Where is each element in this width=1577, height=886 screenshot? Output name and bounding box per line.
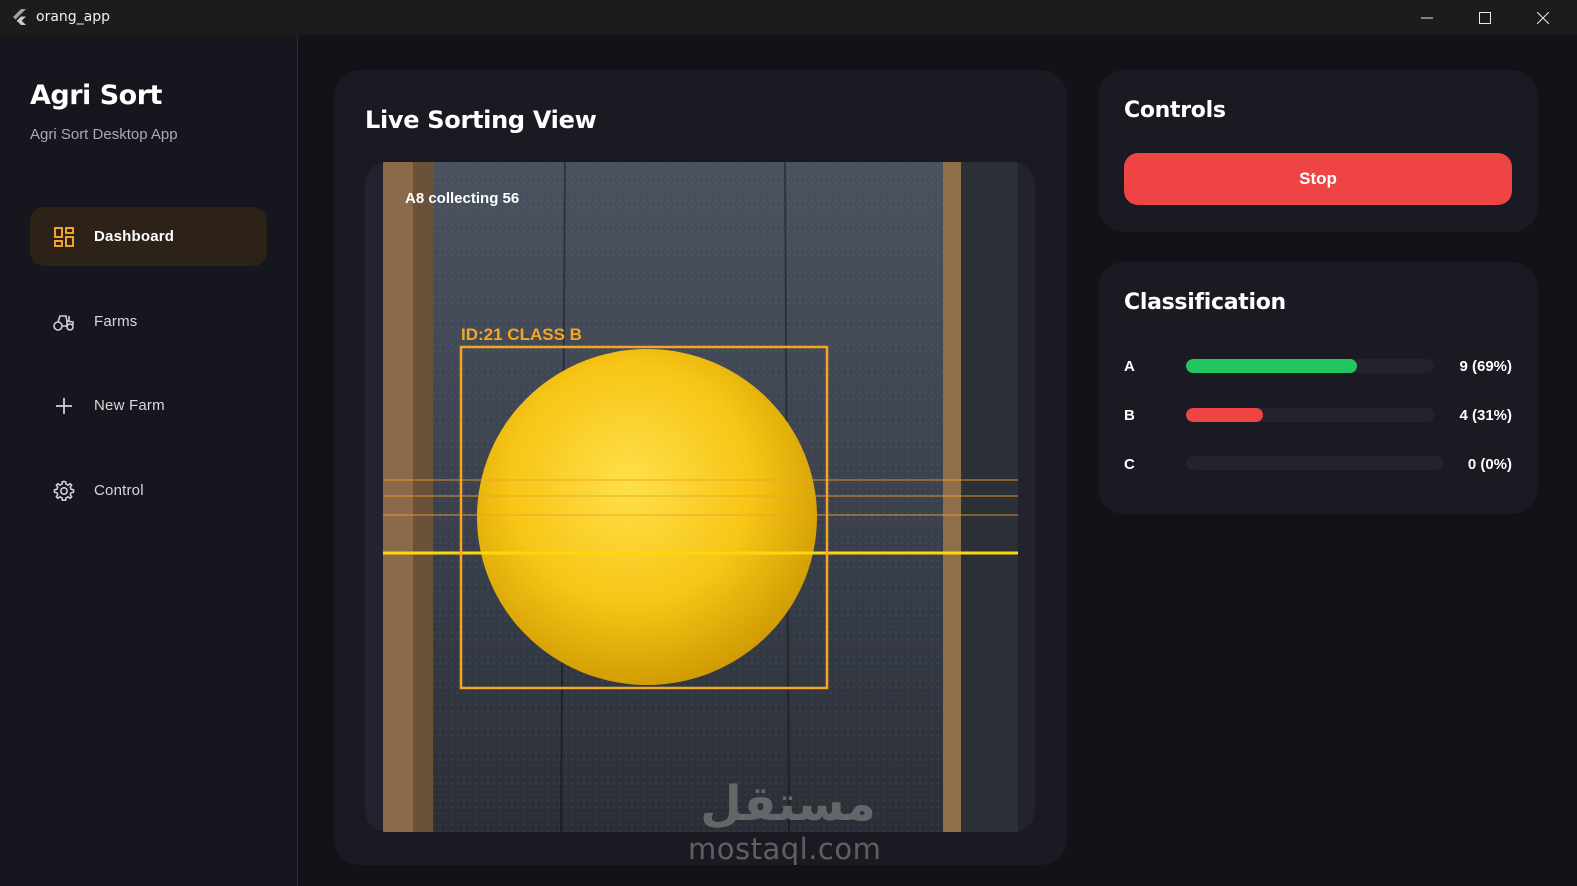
- sidebar-item-new-farm[interactable]: New Farm: [30, 376, 267, 435]
- sidebar-item-label: Farms: [94, 313, 138, 330]
- window-titlebar: orang_app: [0, 0, 1577, 35]
- sidebar-item-label: New Farm: [94, 397, 165, 414]
- class-progress-fill: [1186, 359, 1358, 373]
- class-count: 4 (31%): [1459, 407, 1512, 424]
- flutter-icon: [13, 9, 26, 25]
- dashboard-icon: [54, 227, 74, 247]
- live-view-title: Live Sorting View: [365, 106, 597, 134]
- sidebar-item-control[interactable]: Control: [30, 461, 267, 520]
- sidebar-item-dashboard[interactable]: Dashboard: [30, 207, 267, 266]
- maximize-icon: [1479, 11, 1491, 24]
- controls-card: [1098, 70, 1538, 232]
- svg-text:مستقل: مستقل: [700, 776, 876, 830]
- minimize-icon: [1421, 17, 1433, 18]
- mostaql-logo: مستقل: [700, 776, 876, 830]
- sidebar-item-farms[interactable]: Farms: [30, 292, 267, 351]
- class-progress-track: [1186, 456, 1443, 470]
- window-title: orang_app: [36, 9, 111, 25]
- class-count: 0 (0%): [1467, 456, 1512, 473]
- plus-icon: [56, 398, 72, 414]
- minimize-button[interactable]: [1398, 0, 1456, 35]
- brand-title: Agri Sort: [30, 80, 162, 111]
- classification-title: Classification: [1124, 290, 1286, 315]
- class-progress-track: [1186, 408, 1434, 422]
- sidebar-item-label: Control: [94, 482, 144, 499]
- watermark-text: mostaql.com: [688, 832, 882, 866]
- camera-feed: ID:21 CLASS B: [365, 162, 1035, 832]
- class-progress-track: [1186, 359, 1434, 373]
- class-label: B: [1124, 407, 1135, 424]
- watermark: مستقل mostaql.com: [688, 770, 888, 866]
- tractor-icon: [53, 315, 74, 331]
- close-button[interactable]: [1514, 0, 1572, 35]
- stop-button[interactable]: Stop: [1124, 153, 1512, 205]
- class-label: C: [1124, 456, 1135, 473]
- camera-overlay-text: A8 collecting 56: [405, 190, 520, 207]
- close-icon: [1537, 11, 1549, 24]
- class-label: A: [1124, 358, 1135, 375]
- class-count: 9 (69%): [1459, 358, 1512, 375]
- maximize-button[interactable]: [1456, 0, 1514, 35]
- brand-subtitle: Agri Sort Desktop App: [30, 126, 178, 143]
- camera-feed-image: ID:21 CLASS B: [383, 162, 1018, 832]
- gear-icon: [53, 480, 75, 501]
- sidebar-item-label: Dashboard: [94, 228, 175, 245]
- controls-title: Controls: [1124, 98, 1226, 123]
- class-progress-fill: [1186, 408, 1263, 422]
- detection-label: ID:21 CLASS B: [461, 325, 582, 344]
